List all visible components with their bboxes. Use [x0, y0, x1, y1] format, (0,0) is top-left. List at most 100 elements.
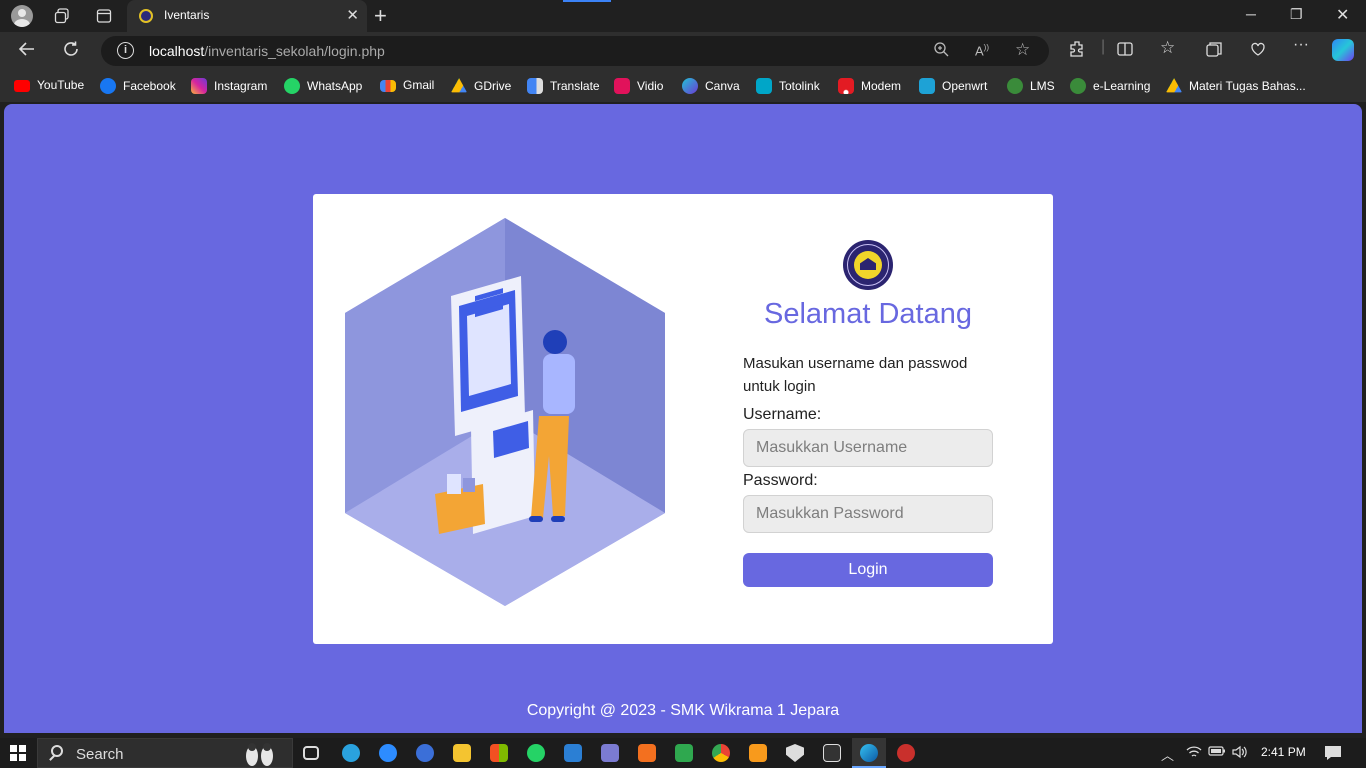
address-bar[interactable]: i localhost/inventaris_sekolah/login.php… [101, 36, 1049, 66]
windows-start-icon[interactable] [10, 745, 26, 761]
window-accent-bar [563, 0, 611, 2]
login-card: Selamat Datang Masukan username dan pass… [313, 194, 1053, 644]
search-label: Search [76, 746, 124, 763]
microsoft-store-icon[interactable] [490, 744, 508, 762]
back-arrow-icon[interactable] [18, 40, 36, 63]
minimize-icon[interactable]: ─ [1246, 6, 1256, 22]
favorite-star-icon[interactable]: ☆ [1015, 40, 1030, 60]
school-favicon-icon [139, 9, 153, 23]
spreadsheet-icon[interactable] [675, 744, 693, 762]
elearning-icon [1070, 78, 1086, 94]
bookmark-canva[interactable]: Canva [682, 78, 740, 94]
bookmark-gdrive[interactable]: GDrive [451, 78, 511, 94]
school-logo [843, 240, 893, 290]
show-hidden-icons-chevron-icon[interactable]: ︿ [1161, 745, 1174, 764]
workspaces-icon[interactable] [51, 5, 73, 27]
gdrive-icon [1166, 78, 1182, 93]
copilot-icon[interactable] [1332, 39, 1354, 61]
site-info-icon[interactable]: i [117, 42, 134, 59]
facebook-icon [100, 78, 116, 94]
bookmark-modem[interactable]: Modem [838, 78, 901, 94]
refresh-icon[interactable] [62, 40, 80, 63]
password-label: Password: [743, 472, 818, 489]
whatsapp-app-icon[interactable] [527, 744, 545, 762]
translate-icon [527, 78, 543, 94]
telegram-icon[interactable] [342, 744, 360, 762]
url-text[interactable]: localhost/inventaris_sekolah/login.php [149, 43, 385, 59]
instagram-icon [191, 78, 207, 94]
bookmark-lms[interactable]: LMS [1007, 78, 1055, 94]
close-window-icon[interactable]: ✕ [1336, 5, 1349, 25]
copyright-footer: Copyright @ 2023 - SMK Wikrama 1 Jepara [526, 702, 840, 719]
xampp-icon[interactable] [638, 744, 656, 762]
browser-essentials-icon[interactable] [1249, 40, 1267, 63]
task-view-icon[interactable] [303, 746, 319, 760]
bookmark-totolink[interactable]: Totolink [756, 78, 820, 94]
bookmark-materi-tugas[interactable]: Materi Tugas Bahas... [1166, 78, 1306, 94]
login-button[interactable]: Login [743, 553, 993, 587]
huawei-icon [838, 78, 854, 94]
restore-icon[interactable]: ❐ [1290, 6, 1303, 23]
zoom-icon[interactable] [933, 41, 949, 61]
welcome-heading: Selamat Datang [764, 298, 972, 330]
login-instruction: Masukan username dan passwod untuk login [743, 355, 968, 395]
read-aloud-icon[interactable]: A)) [975, 43, 989, 58]
collections-icon[interactable] [1205, 40, 1223, 63]
bookmark-openwrt[interactable]: Openwrt [919, 78, 987, 94]
favorites-icon[interactable]: ☆ [1160, 38, 1175, 58]
windows-taskbar: Search ︿ 2:41 PM [0, 738, 1366, 768]
bookmark-translate[interactable]: Translate [527, 78, 600, 94]
bookmark-instagram[interactable]: Instagram [191, 78, 267, 94]
bookmark-whatsapp[interactable]: WhatsApp [284, 78, 362, 94]
gdrive-icon [451, 78, 467, 93]
edge-icon[interactable] [860, 744, 878, 762]
volume-icon[interactable] [1231, 745, 1247, 762]
security-shield-icon[interactable] [786, 744, 804, 762]
bookmark-elearning[interactable]: e-Learning [1070, 78, 1150, 94]
profile-avatar-icon[interactable] [11, 5, 33, 27]
kiosk-illustration [345, 218, 665, 606]
zoom-app-icon[interactable] [379, 744, 397, 762]
vscode-icon[interactable] [564, 744, 582, 762]
username-label: Username: [743, 406, 822, 423]
bookmark-facebook[interactable]: Facebook [100, 78, 176, 94]
lms-icon [1007, 78, 1023, 94]
tab-title: Iventaris [164, 8, 210, 22]
bookmark-youtube[interactable]: YouTube [14, 78, 84, 92]
whatsapp-icon [284, 78, 300, 94]
remote-desktop-icon[interactable] [601, 744, 619, 762]
extensions-icon[interactable] [1068, 40, 1086, 63]
split-screen-icon[interactable] [1116, 40, 1134, 63]
toolbar-divider: | [1101, 38, 1106, 55]
git-app-icon[interactable] [897, 744, 915, 762]
penguins-search-highlight-icon [246, 743, 273, 766]
taskbar-search[interactable]: Search [37, 738, 293, 768]
terminal-icon[interactable] [823, 744, 841, 762]
browser-toolbar: i localhost/inventaris_sekolah/login.php… [0, 32, 1366, 70]
wifi-icon[interactable] [1186, 745, 1202, 762]
signal-icon[interactable] [416, 744, 434, 762]
file-explorer-icon[interactable] [453, 744, 471, 762]
bookmark-gmail[interactable]: Gmail [380, 78, 434, 92]
new-tab-button[interactable]: + [374, 3, 387, 29]
vidio-icon [614, 78, 630, 94]
search-icon [51, 745, 63, 757]
bookmark-vidio[interactable]: Vidio [614, 78, 663, 94]
notifications-icon[interactable] [1324, 745, 1342, 764]
chrome-icon[interactable] [712, 744, 730, 762]
password-input[interactable] [743, 495, 993, 533]
totolink-icon [756, 78, 772, 94]
page-viewport: Selamat Datang Masukan username dan pass… [4, 104, 1362, 733]
tab-actions-icon[interactable] [93, 5, 115, 27]
username-input[interactable] [743, 429, 993, 467]
openwrt-icon [919, 78, 935, 94]
more-options-icon[interactable]: ··· [1293, 36, 1309, 54]
youtube-icon [14, 80, 30, 92]
sublime-text-icon[interactable] [749, 744, 767, 762]
gmail-icon [380, 80, 396, 92]
close-tab-icon[interactable]: ✕ [346, 6, 359, 24]
battery-icon[interactable] [1208, 745, 1226, 760]
system-clock[interactable]: 2:41 PM [1261, 745, 1306, 759]
bookmarks-bar: YouTube Facebook Instagram WhatsApp Gmai… [0, 70, 1366, 102]
browser-tab-active[interactable]: Iventaris ✕ [127, 0, 367, 32]
